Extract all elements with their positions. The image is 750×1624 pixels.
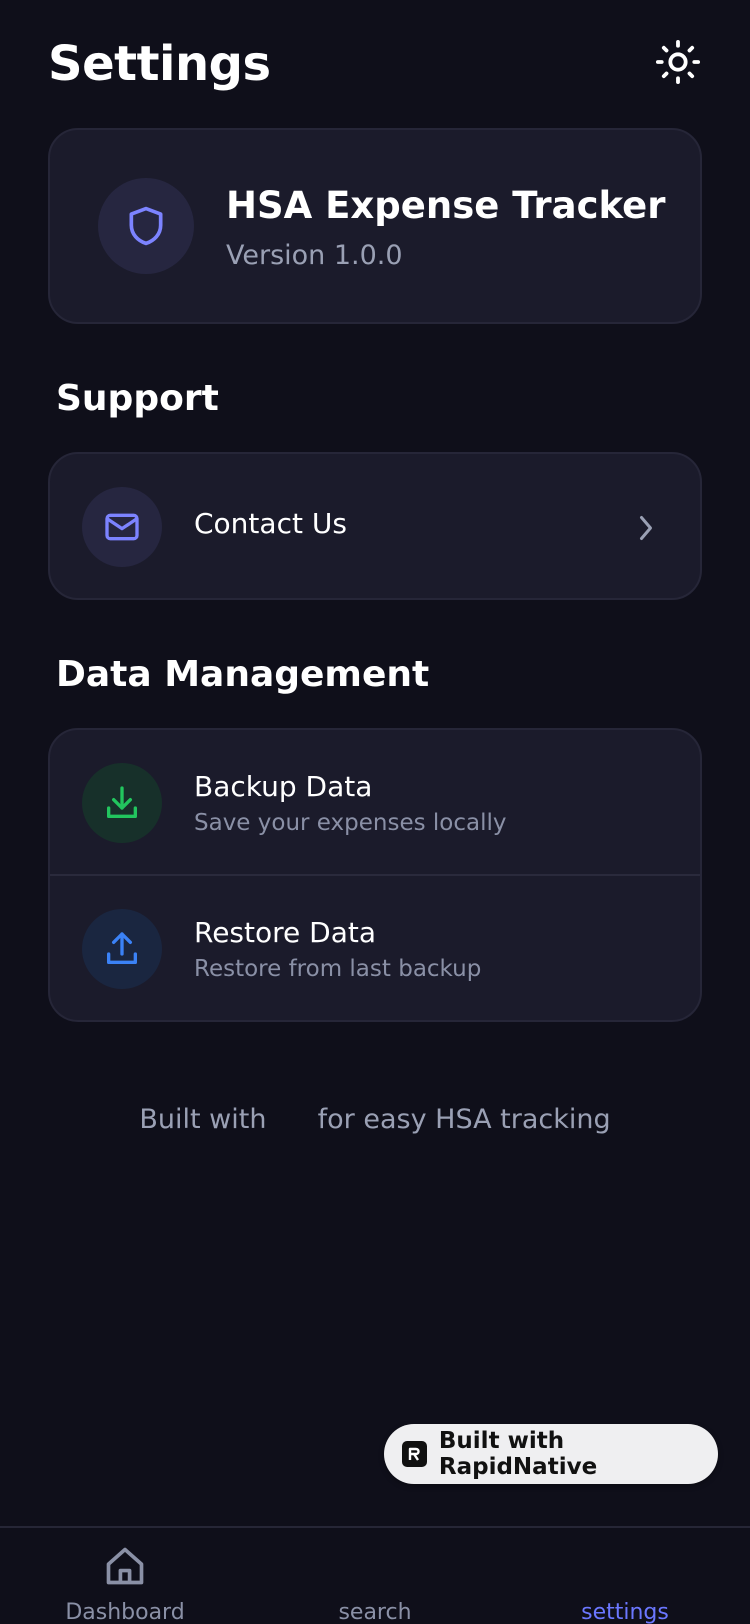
header: Settings <box>48 36 702 100</box>
rapidnative-badge[interactable]: Built with RapidNative <box>384 1424 718 1484</box>
chevron-right-icon <box>632 510 660 546</box>
backup-data-label: Backup Data <box>194 770 373 803</box>
sun-icon <box>655 39 701 85</box>
rapidnative-badge-label: Built with RapidNative <box>438 1428 598 1480</box>
upload-icon <box>107 932 137 964</box>
tab-settings[interactable]: settings <box>500 1528 750 1624</box>
home-icon <box>103 1544 147 1588</box>
page-title: Settings <box>48 36 271 92</box>
restore-data-sublabel: Restore from last backup <box>194 956 482 982</box>
backup-icon-badge <box>82 763 162 843</box>
footer-prefix: Built with <box>139 1104 267 1135</box>
contact-us-row[interactable]: Contact Us <box>48 452 702 600</box>
download-icon <box>107 786 137 818</box>
restore-data-row[interactable]: Restore Data Restore from last backup <box>50 876 700 1020</box>
tab-search[interactable]: search <box>250 1528 500 1624</box>
app-info-card: HSA Expense Tracker Version 1.0.0 <box>48 128 702 324</box>
rapidnative-logo-icon <box>402 1441 427 1467</box>
contact-us-label: Contact Us <box>194 507 347 540</box>
tab-dashboard[interactable]: Dashboard <box>0 1528 250 1624</box>
data-management-card: Backup Data Save your expenses locally R… <box>48 728 702 1022</box>
theme-toggle-button[interactable] <box>654 38 702 86</box>
settings-screen: Settings HSA Expense Tracker Version 1.0… <box>0 0 750 1624</box>
tab-dashboard-label: Dashboard <box>65 1600 185 1624</box>
contact-icon-badge <box>82 487 162 567</box>
app-version: Version 1.0.0 <box>226 240 403 271</box>
support-section-title: Support <box>56 378 219 419</box>
footer-note: Built with for easy HSA tracking <box>0 1104 750 1135</box>
restore-icon-badge <box>82 909 162 989</box>
shield-icon <box>129 206 163 246</box>
backup-data-row[interactable]: Backup Data Save your expenses locally <box>50 730 700 876</box>
mail-icon <box>105 513 139 541</box>
footer-suffix: for easy HSA tracking <box>317 1104 611 1135</box>
tab-search-label: search <box>338 1600 412 1624</box>
data-management-section-title: Data Management <box>56 654 430 695</box>
restore-data-label: Restore Data <box>194 916 376 949</box>
app-icon-badge <box>98 178 194 274</box>
app-name: HSA Expense Tracker <box>226 184 666 227</box>
tab-settings-label: settings <box>581 1600 669 1624</box>
bottom-tab-bar: Dashboard search settings <box>0 1526 750 1624</box>
backup-data-sublabel: Save your expenses locally <box>194 810 507 836</box>
